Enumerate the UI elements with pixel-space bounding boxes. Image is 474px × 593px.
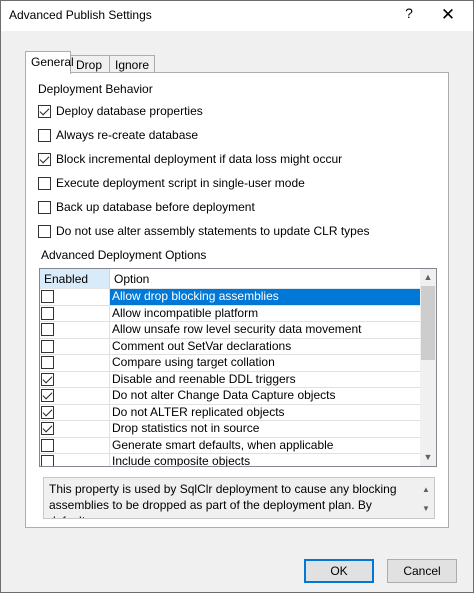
option-cell: Compare using target collation: [112, 355, 275, 369]
option-cell: Do not alter Change Data Capture objects: [112, 388, 336, 402]
table-row[interactable]: Drop statistics not in source: [40, 421, 421, 438]
table-row[interactable]: Do not ALTER replicated objects: [40, 404, 421, 421]
row-checkbox[interactable]: [41, 323, 54, 337]
option-single-user-mode[interactable]: Execute deployment script in single-user…: [38, 175, 305, 191]
tab-drop[interactable]: Drop: [70, 55, 110, 73]
enabled-cell: [40, 338, 110, 354]
row-checkbox[interactable]: [41, 356, 54, 370]
option-cell: Drop statistics not in source: [112, 421, 260, 435]
checkbox-label: Back up database before deployment: [56, 200, 255, 214]
checkbox-label: Do not use alter assembly statements to …: [56, 224, 370, 238]
checkbox[interactable]: [38, 104, 51, 118]
option-cell: Allow drop blocking assemblies: [110, 289, 421, 305]
scroll-up-icon[interactable]: ▲: [420, 269, 436, 286]
row-checkbox[interactable]: [41, 438, 54, 452]
enabled-cell: [40, 322, 110, 338]
checkbox-label: Always re-create database: [56, 128, 199, 142]
title-bar: Advanced Publish Settings ? ✕: [1, 1, 473, 31]
table-row[interactable]: Do not alter Change Data Capture objects: [40, 388, 421, 405]
checkbox[interactable]: [38, 176, 51, 190]
checkbox[interactable]: [38, 152, 51, 166]
checkbox-label: Block incremental deployment if data los…: [56, 152, 343, 166]
grid-header: Enabled Option: [40, 269, 421, 289]
table-row[interactable]: Include composite objects: [40, 454, 421, 467]
table-row[interactable]: Disable and reenable DDL triggers: [40, 371, 421, 388]
option-cell: Include composite objects: [112, 454, 251, 467]
row-checkbox[interactable]: [41, 422, 54, 436]
option-cell: Allow unsafe row level security data mov…: [112, 322, 362, 336]
option-cell: Disable and reenable DDL triggers: [112, 371, 296, 386]
option-description: This property is used by SqlClr deployme…: [43, 477, 435, 519]
enabled-cell: [40, 454, 110, 466]
general-panel: Deployment Behavior Deploy database prop…: [25, 72, 449, 528]
scroll-down-icon[interactable]: ▼: [420, 449, 436, 466]
checkbox[interactable]: [38, 128, 51, 142]
option-cell: Comment out SetVar declarations: [112, 338, 292, 353]
option-back-up-database[interactable]: Back up database before deployment: [38, 199, 255, 215]
option-cell: Allow incompatible platform: [112, 305, 259, 320]
table-row[interactable]: Comment out SetVar declarations: [40, 338, 421, 355]
table-row[interactable]: Allow drop blocking assemblies: [40, 289, 421, 306]
tab-ignore[interactable]: Ignore: [109, 55, 155, 73]
description-text: This property is used by SqlClr deployme…: [49, 482, 397, 518]
table-row[interactable]: Compare using target collation: [40, 355, 421, 372]
table-row[interactable]: Allow incompatible platform: [40, 305, 421, 322]
close-button[interactable]: ✕: [429, 3, 467, 27]
row-checkbox[interactable]: [41, 339, 54, 353]
enabled-cell: [40, 404, 110, 420]
scroll-up-icon[interactable]: ▲: [420, 480, 432, 499]
checkbox-label: Execute deployment script in single-user…: [56, 176, 305, 190]
checkbox-label: Deploy database properties: [56, 104, 203, 118]
help-button[interactable]: ?: [399, 5, 419, 25]
tab-general[interactable]: General: [25, 51, 74, 74]
scrollbar-thumb[interactable]: [421, 286, 435, 360]
option-deploy-database-properties[interactable]: Deploy database properties: [38, 103, 203, 119]
table-row[interactable]: Generate smart defaults, when applicable: [40, 437, 421, 454]
option-cell: Generate smart defaults, when applicable: [112, 437, 334, 452]
column-header-option[interactable]: Option: [110, 269, 421, 289]
window-title: Advanced Publish Settings: [9, 8, 152, 22]
column-header-enabled[interactable]: Enabled: [40, 269, 110, 289]
deployment-behavior-heading: Deployment Behavior: [38, 82, 153, 96]
enabled-cell: [40, 437, 110, 453]
checkbox[interactable]: [38, 200, 51, 214]
row-checkbox[interactable]: [41, 405, 54, 419]
enabled-cell: [40, 355, 110, 371]
row-checkbox[interactable]: [41, 455, 54, 466]
scroll-down-icon[interactable]: ▼: [420, 499, 432, 518]
row-checkbox[interactable]: [41, 389, 54, 403]
enabled-cell: [40, 421, 110, 437]
checkbox[interactable]: [38, 224, 51, 238]
grid-vertical-scrollbar[interactable]: ▲ ▼: [420, 269, 436, 466]
option-block-incremental-deployment[interactable]: Block incremental deployment if data los…: [38, 151, 342, 167]
option-cell: Do not ALTER replicated objects: [112, 404, 285, 419]
grid-rows: Allow drop blocking assemblies Allow inc…: [40, 289, 421, 467]
cancel-button[interactable]: Cancel: [387, 559, 457, 583]
row-checkbox[interactable]: [41, 290, 54, 304]
description-scrollbar[interactable]: ▲ ▼: [420, 480, 432, 518]
advanced-publish-settings-dialog: Advanced Publish Settings ? ✕ General Dr…: [0, 0, 474, 593]
option-no-alter-assembly[interactable]: Do not use alter assembly statements to …: [38, 223, 370, 239]
option-always-recreate-database[interactable]: Always re-create database: [38, 127, 198, 143]
advanced-options-grid: Enabled Option Allow drop blocking assem…: [39, 268, 437, 467]
row-checkbox[interactable]: [41, 372, 54, 386]
ok-button[interactable]: OK: [304, 559, 374, 583]
table-row[interactable]: Allow unsafe row level security data mov…: [40, 322, 421, 339]
enabled-cell: [40, 371, 110, 387]
enabled-cell: [40, 388, 110, 404]
advanced-options-heading: Advanced Deployment Options: [41, 248, 207, 262]
enabled-cell: [40, 305, 110, 321]
row-checkbox[interactable]: [41, 306, 54, 320]
enabled-cell: [40, 289, 110, 305]
